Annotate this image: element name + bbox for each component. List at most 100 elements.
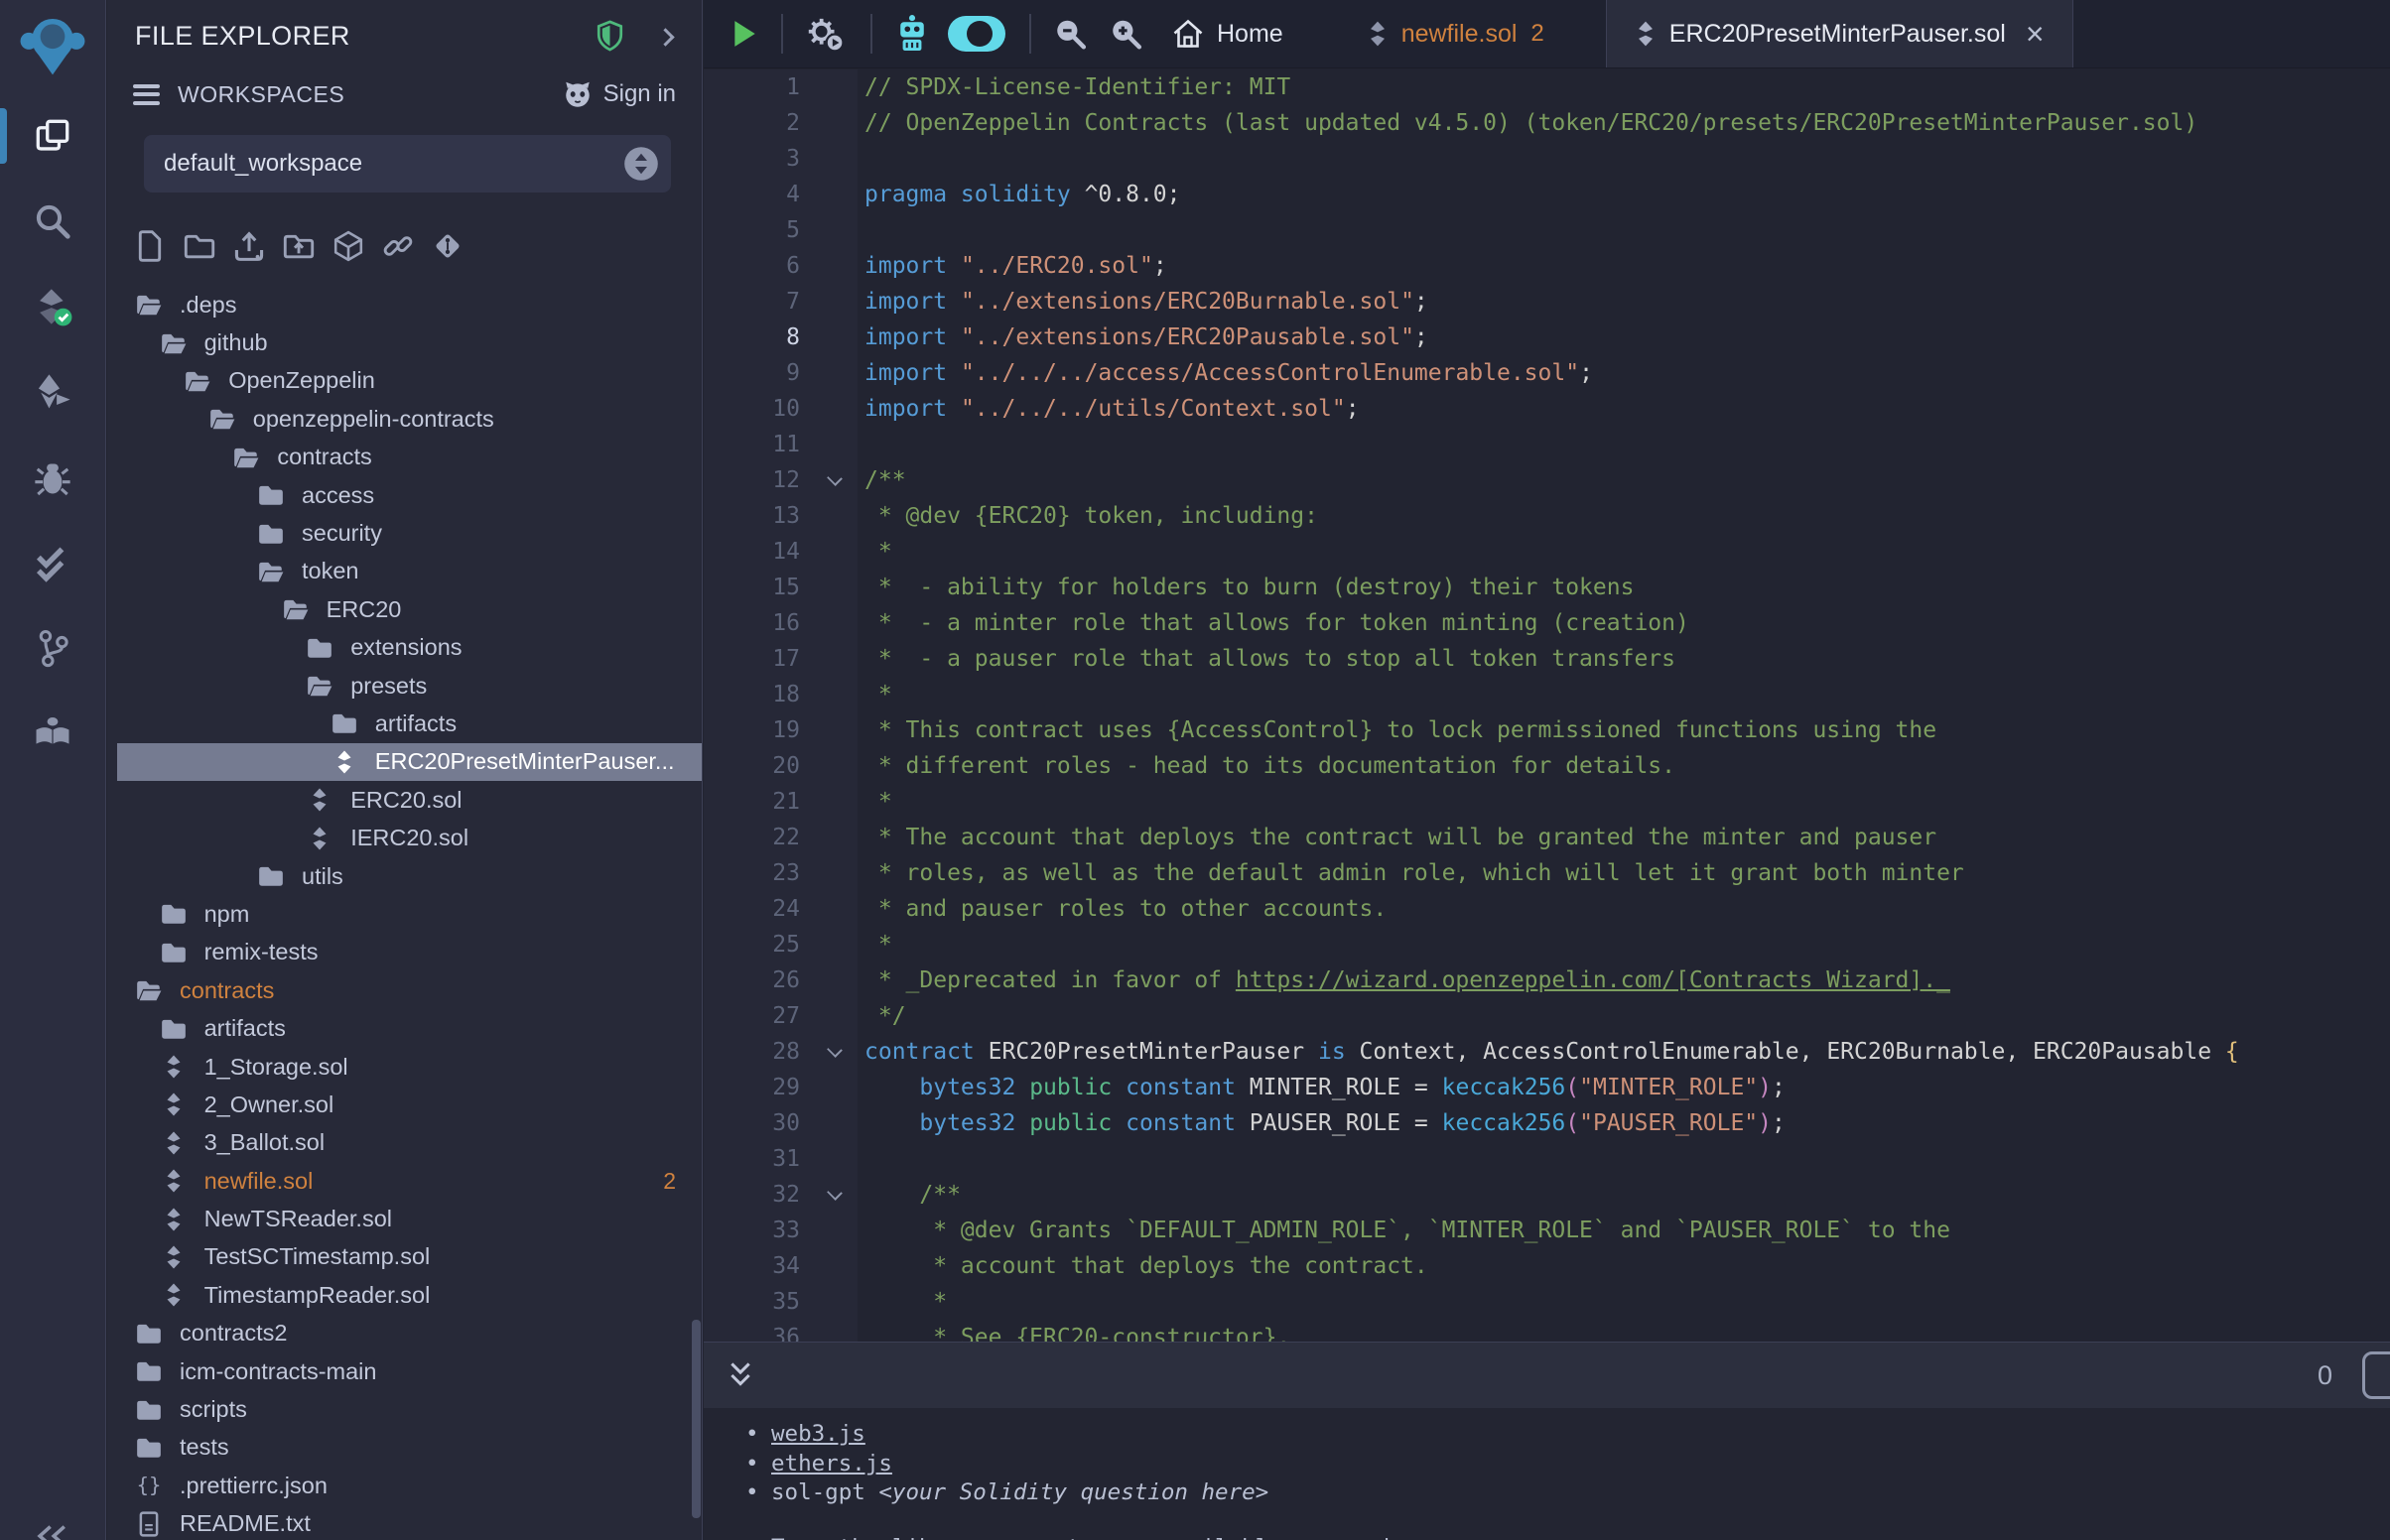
terminal-checkbox[interactable]: [2362, 1351, 2390, 1399]
tree-item-contracts[interactable]: contracts: [107, 971, 702, 1009]
copilot-toggle[interactable]: [948, 16, 1005, 52]
tree-item-newtsreader-sol[interactable]: NewTSReader.sol: [107, 1200, 702, 1237]
line-number[interactable]: 18: [704, 677, 800, 712]
code-line-8[interactable]: 8import "../extensions/ERC20Pausable.sol…: [704, 320, 2390, 355]
tree-item-contracts[interactable]: contracts: [107, 439, 702, 476]
tree-item-timestampreader-sol[interactable]: TimestampReader.sol: [107, 1276, 702, 1314]
git-clone-icon[interactable]: [432, 230, 464, 262]
line-number[interactable]: 2: [704, 105, 800, 141]
code-line-18[interactable]: 18 *: [704, 677, 2390, 712]
code-line-20[interactable]: 20 * different roles - head to its docum…: [704, 748, 2390, 784]
upload-folder-icon[interactable]: [283, 230, 315, 262]
code-line-21[interactable]: 21 *: [704, 784, 2390, 820]
tree-item-3-ballot-sol[interactable]: 3_Ballot.sol: [107, 1124, 702, 1162]
code-line-17[interactable]: 17 * - a pauser role that allows to stop…: [704, 641, 2390, 677]
line-number[interactable]: 24: [704, 891, 800, 927]
code-line-36[interactable]: 36 * See {ERC20-constructor}.: [704, 1320, 2390, 1342]
line-number[interactable]: 35: [704, 1284, 800, 1320]
code-line-16[interactable]: 16 * - a minter role that allows for tok…: [704, 605, 2390, 641]
zoom-in-icon[interactable]: [1109, 17, 1142, 51]
code-line-14[interactable]: 14 *: [704, 534, 2390, 570]
tree-item-1-storage-sol[interactable]: 1_Storage.sol: [107, 1048, 702, 1086]
tree-item-artifacts[interactable]: artifacts: [107, 705, 702, 742]
tree-item-contracts2[interactable]: contracts2: [107, 1315, 702, 1352]
ai-copilot-icon[interactable]: [894, 14, 930, 54]
tree-item-erc20presetminterpauser-[interactable]: ERC20PresetMinterPauser...: [107, 743, 702, 781]
line-number[interactable]: 12: [704, 462, 800, 498]
link-icon[interactable]: [382, 230, 414, 262]
code-line-24[interactable]: 24 * and pauser roles to other accounts.: [704, 891, 2390, 927]
activity-item-solidity-compiler[interactable]: [0, 264, 105, 349]
line-number[interactable]: 17: [704, 641, 800, 677]
tree-item-2-owner-sol[interactable]: 2_Owner.sol: [107, 1086, 702, 1123]
line-number[interactable]: 11: [704, 427, 800, 462]
line-number[interactable]: 3: [704, 141, 800, 177]
line-number[interactable]: 1: [704, 69, 800, 105]
code-line-33[interactable]: 33 * @dev Grants `DEFAULT_ADMIN_ROLE`, `…: [704, 1213, 2390, 1248]
line-number[interactable]: 20: [704, 748, 800, 784]
code-line-23[interactable]: 23 * roles, as well as the default admin…: [704, 855, 2390, 891]
line-number[interactable]: 4: [704, 177, 800, 212]
code-line-25[interactable]: 25 *: [704, 927, 2390, 962]
code-line-15[interactable]: 15 * - ability for holders to burn (dest…: [704, 570, 2390, 605]
code-line-9[interactable]: 9import "../../../access/AccessControlEn…: [704, 355, 2390, 391]
line-number[interactable]: 30: [704, 1105, 800, 1141]
tree-item-remix-tests[interactable]: remix-tests: [107, 934, 702, 971]
code-line-34[interactable]: 34 * account that deploys the contract.: [704, 1248, 2390, 1284]
line-number[interactable]: 15: [704, 570, 800, 605]
terminal-link[interactable]: web3.js: [771, 1421, 865, 1447]
activity-item-git[interactable]: [0, 605, 105, 691]
activity-item-file-explorer[interactable]: [0, 93, 105, 179]
activity-item-learneth[interactable]: [0, 691, 105, 776]
activity-item-deploy-and-run[interactable]: [0, 349, 105, 435]
code-line-29[interactable]: 29 bytes32 public constant MINTER_ROLE =…: [704, 1070, 2390, 1105]
code-line-2[interactable]: 2// OpenZeppelin Contracts (last updated…: [704, 105, 2390, 141]
tree-item-ierc20-sol[interactable]: IERC20.sol: [107, 819, 702, 856]
code-editor[interactable]: 1// SPDX-License-Identifier: MIT2// Open…: [704, 69, 2390, 1342]
line-number[interactable]: 10: [704, 391, 800, 427]
tree-item-artifacts[interactable]: artifacts: [107, 1009, 702, 1047]
fold-chevron-icon[interactable]: [821, 462, 851, 498]
line-number[interactable]: 31: [704, 1141, 800, 1177]
code-line-7[interactable]: 7import "../extensions/ERC20Burnable.sol…: [704, 284, 2390, 320]
line-number[interactable]: 5: [704, 212, 800, 248]
workspace-sort-icon[interactable]: [623, 146, 659, 182]
code-line-11[interactable]: 11: [704, 427, 2390, 462]
code-line-4[interactable]: 4pragma solidity ^0.8.0;: [704, 177, 2390, 212]
chevron-right-icon[interactable]: [656, 28, 674, 46]
zoom-out-icon[interactable]: [1053, 17, 1087, 51]
terminal-header[interactable]: 0: [704, 1343, 2390, 1408]
tab-newfile-sol[interactable]: newfile.sol 2: [1345, 0, 1566, 67]
code-line-35[interactable]: 35 *: [704, 1284, 2390, 1320]
line-number[interactable]: 9: [704, 355, 800, 391]
tree-item-utils[interactable]: utils: [107, 857, 702, 895]
fold-chevron-icon[interactable]: [821, 1034, 851, 1070]
tree-item-access[interactable]: access: [107, 476, 702, 514]
code-line-30[interactable]: 30 bytes32 public constant PAUSER_ROLE =…: [704, 1105, 2390, 1141]
ipfs-box-icon[interactable]: [332, 230, 364, 262]
code-line-12[interactable]: 12/**: [704, 462, 2390, 498]
code-line-10[interactable]: 10import "../../../utils/Context.sol";: [704, 391, 2390, 427]
workspace-select[interactable]: default_workspace: [144, 135, 671, 192]
terminal-expand-icon[interactable]: [728, 1360, 753, 1390]
hamburger-menu-icon[interactable]: [133, 79, 160, 109]
line-number[interactable]: 34: [704, 1248, 800, 1284]
tree-item-erc20-sol[interactable]: ERC20.sol: [107, 781, 702, 819]
tree-item-icm-contracts-main[interactable]: icm-contracts-main: [107, 1352, 702, 1390]
line-number[interactable]: 6: [704, 248, 800, 284]
line-number[interactable]: 14: [704, 534, 800, 570]
upload-file-icon[interactable]: [233, 230, 265, 262]
code-line-6[interactable]: 6import "../ERC20.sol";: [704, 248, 2390, 284]
code-line-3[interactable]: 3: [704, 141, 2390, 177]
tree-item-openzeppelin[interactable]: OpenZeppelin: [107, 362, 702, 400]
tree-item-erc20[interactable]: ERC20: [107, 590, 702, 628]
fold-chevron-icon[interactable]: [821, 1177, 851, 1213]
code-line-32[interactable]: 32 /**: [704, 1177, 2390, 1213]
tab-erc20presetminterpauser-sol[interactable]: ERC20PresetMinterPauser.sol ×: [1606, 0, 2073, 67]
line-number[interactable]: 13: [704, 498, 800, 534]
remix-logo-icon[interactable]: [19, 12, 86, 79]
tree-item-security[interactable]: security: [107, 514, 702, 552]
code-line-22[interactable]: 22 * The account that deploys the contra…: [704, 820, 2390, 855]
line-number[interactable]: 27: [704, 998, 800, 1034]
new-folder-icon[interactable]: [184, 230, 215, 262]
